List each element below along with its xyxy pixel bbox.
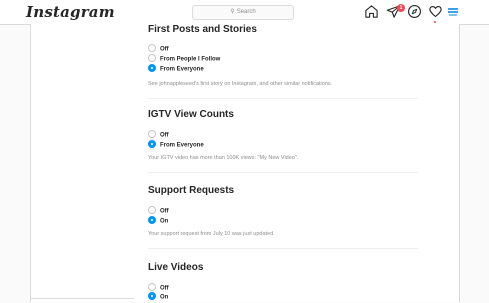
search-placeholder: Search (236, 9, 256, 15)
push-notifications-panel: First Posts and Stories Off From People … (134, 24, 460, 302)
top-navigation-bar: Instagram ⚲ Search 1 (0, 0, 489, 25)
radio-label: Off (160, 46, 169, 53)
radio-label: Off (160, 208, 169, 215)
section-title: Live Videos (148, 262, 204, 273)
section-title: First Posts and Stories (148, 24, 257, 35)
radio-button[interactable] (148, 130, 156, 138)
section-title: Support Requests (148, 185, 235, 196)
avatar-image (448, 8, 458, 16)
radio-button-selected[interactable] (148, 140, 156, 148)
home-icon[interactable] (364, 4, 379, 19)
radio-button[interactable] (148, 44, 156, 52)
explore-icon[interactable] (407, 4, 422, 19)
radio-option-off[interactable]: Off (148, 206, 169, 216)
radio-option-off[interactable]: Off (148, 130, 169, 140)
radio-option-from-everyone[interactable]: From Everyone (148, 64, 204, 74)
radio-button[interactable] (148, 54, 156, 62)
section-description: Your support request from July 10 was ju… (148, 231, 275, 237)
section-description: Your IGTV video has more than 100K views… (148, 155, 299, 161)
section-title: IGTV View Counts (148, 109, 234, 120)
radio-button[interactable] (148, 206, 156, 214)
radio-label: From Everyone (160, 66, 204, 73)
sidebar-divider (31, 298, 134, 299)
radio-button-selected[interactable] (148, 64, 156, 72)
radio-label: Off (160, 132, 169, 139)
instagram-logo[interactable]: Instagram (26, 3, 115, 21)
radio-label: On (160, 294, 169, 301)
notification-badge: 1 (397, 4, 405, 12)
radio-button-selected[interactable] (148, 216, 156, 224)
radio-button-selected[interactable] (148, 292, 156, 300)
profile-avatar[interactable] (446, 5, 460, 19)
radio-option-on[interactable]: On (148, 216, 169, 226)
radio-label: On (160, 218, 169, 225)
activity-heart-icon[interactable] (428, 4, 443, 19)
section-divider (148, 172, 418, 173)
search-icon: ⚲ (230, 9, 235, 15)
search-input[interactable]: ⚲ Search (192, 5, 294, 20)
radio-option-off[interactable]: Off (148, 44, 169, 54)
activity-indicator-dot (434, 21, 436, 23)
section-description: See johnappleseed's first story on Insta… (148, 81, 333, 87)
radio-label: Off (160, 285, 169, 292)
section-divider (148, 98, 418, 99)
radio-option-from-people-i-follow[interactable]: From People I Follow (148, 54, 221, 64)
settings-sidebar (30, 24, 135, 302)
radio-option-on[interactable]: On (148, 292, 169, 302)
section-divider (148, 248, 418, 249)
radio-button[interactable] (148, 283, 156, 291)
radio-label: From People I Follow (160, 56, 221, 63)
radio-option-from-everyone[interactable]: From Everyone (148, 140, 204, 150)
radio-label: From Everyone (160, 142, 204, 149)
